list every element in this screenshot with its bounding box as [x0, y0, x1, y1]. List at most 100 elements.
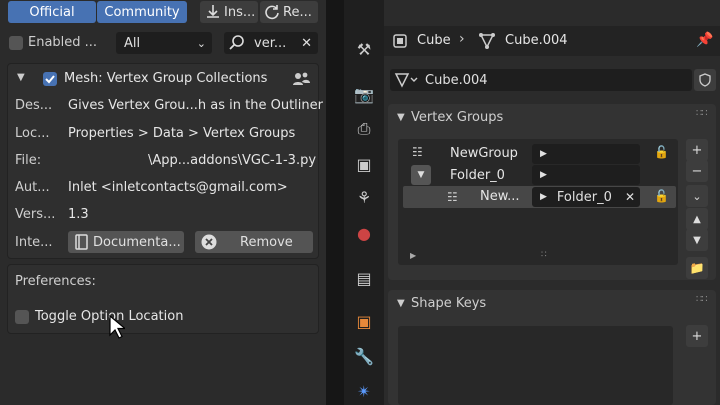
breadcrumb-separator-icon: › — [459, 31, 465, 47]
install-button[interactable]: Ins... — [200, 1, 258, 23]
version-value: 1.3 — [68, 207, 89, 222]
documentation-label: Documenta... — [93, 234, 181, 250]
list-expand-icon[interactable]: ▶ — [410, 251, 416, 260]
refresh-button[interactable]: Re... — [260, 1, 318, 23]
expand-triangle-icon[interactable]: ▼ — [17, 72, 25, 83]
mesh-data-icon — [479, 33, 495, 49]
toggle-option-location-checkbox[interactable] — [15, 310, 29, 324]
refresh-label: Re... — [283, 4, 312, 20]
triangle-down-icon: ▼ — [693, 234, 701, 246]
remove-button[interactable]: Remove — [195, 231, 313, 253]
mesh-browse-icon[interactable] — [393, 71, 419, 89]
remove-vertex-group-button[interactable]: − — [686, 160, 708, 182]
internet-label: Inte... — [15, 235, 53, 250]
enabled-only-label: Enabled ... — [28, 35, 98, 50]
category-value: All — [124, 35, 141, 51]
move-up-button[interactable]: ▲ — [686, 208, 708, 230]
enabled-only-checkbox[interactable] — [9, 36, 23, 50]
mouse-cursor-icon — [109, 315, 125, 339]
scene-tab-icon[interactable]: ⚘ — [353, 186, 375, 208]
folder-field[interactable]: ▶ — [532, 165, 640, 185]
folder-button[interactable]: 📁 — [686, 257, 708, 279]
preferences-title: Preferences: — [15, 274, 96, 289]
play-icon: ▶ — [540, 170, 547, 180]
description-value: Gives Vertex Grou...h as in the Outliner — [68, 98, 323, 113]
vertex-groups-title[interactable]: Vertex Groups — [411, 110, 503, 125]
documentation-button[interactable]: Documenta... — [68, 231, 184, 253]
render-tab-icon[interactable]: 📷 — [353, 83, 375, 105]
lock-icon[interactable]: 🔓 — [654, 145, 669, 159]
location-value: Properties > Data > Vertex Groups — [68, 126, 296, 141]
view-layer-tab-icon[interactable]: ▣ — [353, 153, 375, 175]
vertex-group-folder-field[interactable]: ▶ — [532, 144, 640, 164]
clear-search-icon[interactable]: ✕ — [301, 36, 312, 51]
move-down-button[interactable]: ▼ — [686, 229, 708, 251]
check-icon — [45, 75, 55, 84]
breadcrumb-object: Cube — [417, 33, 451, 48]
pin-icon[interactable]: 📌 — [696, 32, 713, 48]
object-icon — [393, 34, 407, 48]
description-label: Des... — [15, 98, 53, 113]
drag-handle-icon[interactable]: ∷∷ — [696, 108, 708, 119]
users-icon — [293, 72, 310, 85]
particles-tab-icon[interactable]: ✴ — [353, 380, 375, 402]
lock-icon[interactable]: 🔓 — [654, 189, 669, 203]
add-shape-key-button[interactable]: + — [686, 325, 708, 347]
play-icon: ▶ — [540, 149, 547, 159]
chevron-down-icon: ⌄ — [692, 189, 702, 203]
search-value: ver... — [254, 35, 287, 51]
drag-handle-icon[interactable]: ∷∷ — [696, 294, 708, 305]
category-dropdown[interactable]: All ⌄ — [116, 32, 212, 54]
remove-label: Remove — [240, 234, 293, 250]
panel-collapse-icon[interactable]: ▼ — [397, 298, 405, 309]
remove-x-icon — [201, 234, 217, 250]
area-divider[interactable] — [326, 0, 344, 405]
tool-tab-icon[interactable]: ⚒ — [353, 38, 375, 60]
shape-key-list[interactable] — [398, 326, 673, 405]
triangle-down-icon: ▼ — [417, 170, 425, 180]
file-value: \App...addons\VGC-1-3.py — [148, 153, 317, 168]
chevron-down-icon: ⌄ — [196, 36, 206, 50]
plus-icon: + — [691, 142, 703, 158]
breadcrumb-data: Cube.004 — [505, 33, 568, 48]
folder-expand-button[interactable]: ▼ — [411, 165, 431, 185]
panel-collapse-icon[interactable]: ▼ — [397, 112, 405, 123]
folder-name[interactable]: Folder_0 — [450, 168, 505, 183]
list-resize-handle-icon[interactable]: ∷ — [541, 250, 547, 260]
vertex-group-name[interactable]: NewGroup — [450, 146, 518, 161]
modifier-tab-icon[interactable]: 🔧 — [353, 345, 375, 367]
object-tab-icon[interactable]: ▣ — [353, 310, 375, 332]
tab-community[interactable]: Community — [97, 1, 187, 23]
world-tab-icon[interactable]: ● — [353, 222, 375, 244]
tab-official[interactable]: Official — [8, 1, 96, 23]
play-icon: ▶ — [540, 192, 547, 202]
fake-user-button[interactable] — [694, 69, 716, 91]
refresh-icon — [265, 5, 279, 20]
folder-icon: 📁 — [689, 261, 705, 275]
file-label: File: — [15, 153, 42, 168]
shape-keys-title[interactable]: Shape Keys — [411, 296, 486, 311]
vertex-group-name-selected[interactable]: New... — [480, 189, 520, 204]
folder-field-value: Folder_0 — [556, 189, 612, 205]
minus-icon: − — [691, 163, 703, 179]
vertex-group-icon: ☷ — [412, 145, 423, 159]
author-label: Aut... — [15, 180, 50, 195]
shield-icon — [699, 73, 711, 87]
mesh-name-field[interactable]: Cube.004 — [390, 69, 692, 91]
addon-enabled-checkbox[interactable] — [43, 72, 57, 86]
specials-menu-button[interactable]: ⌄ — [686, 185, 708, 207]
book-icon — [75, 234, 88, 250]
mesh-name-value: Cube.004 — [425, 72, 488, 88]
install-label: Ins... — [224, 4, 256, 20]
vertex-group-folder-field-selected[interactable]: ▶ Folder_0 ✕ — [532, 187, 640, 207]
output-tab-icon[interactable]: ⎙ — [353, 118, 375, 140]
plus-icon: + — [691, 328, 703, 344]
collection-tab-icon[interactable]: ▤ — [353, 267, 375, 289]
version-label: Vers... — [15, 207, 56, 222]
add-vertex-group-button[interactable]: + — [686, 139, 708, 161]
search-icon — [229, 35, 244, 50]
search-input[interactable]: ver... ✕ — [224, 32, 318, 54]
location-label: Loc... — [15, 126, 50, 141]
triangle-up-icon: ▲ — [693, 213, 701, 225]
clear-icon[interactable]: ✕ — [625, 190, 635, 204]
